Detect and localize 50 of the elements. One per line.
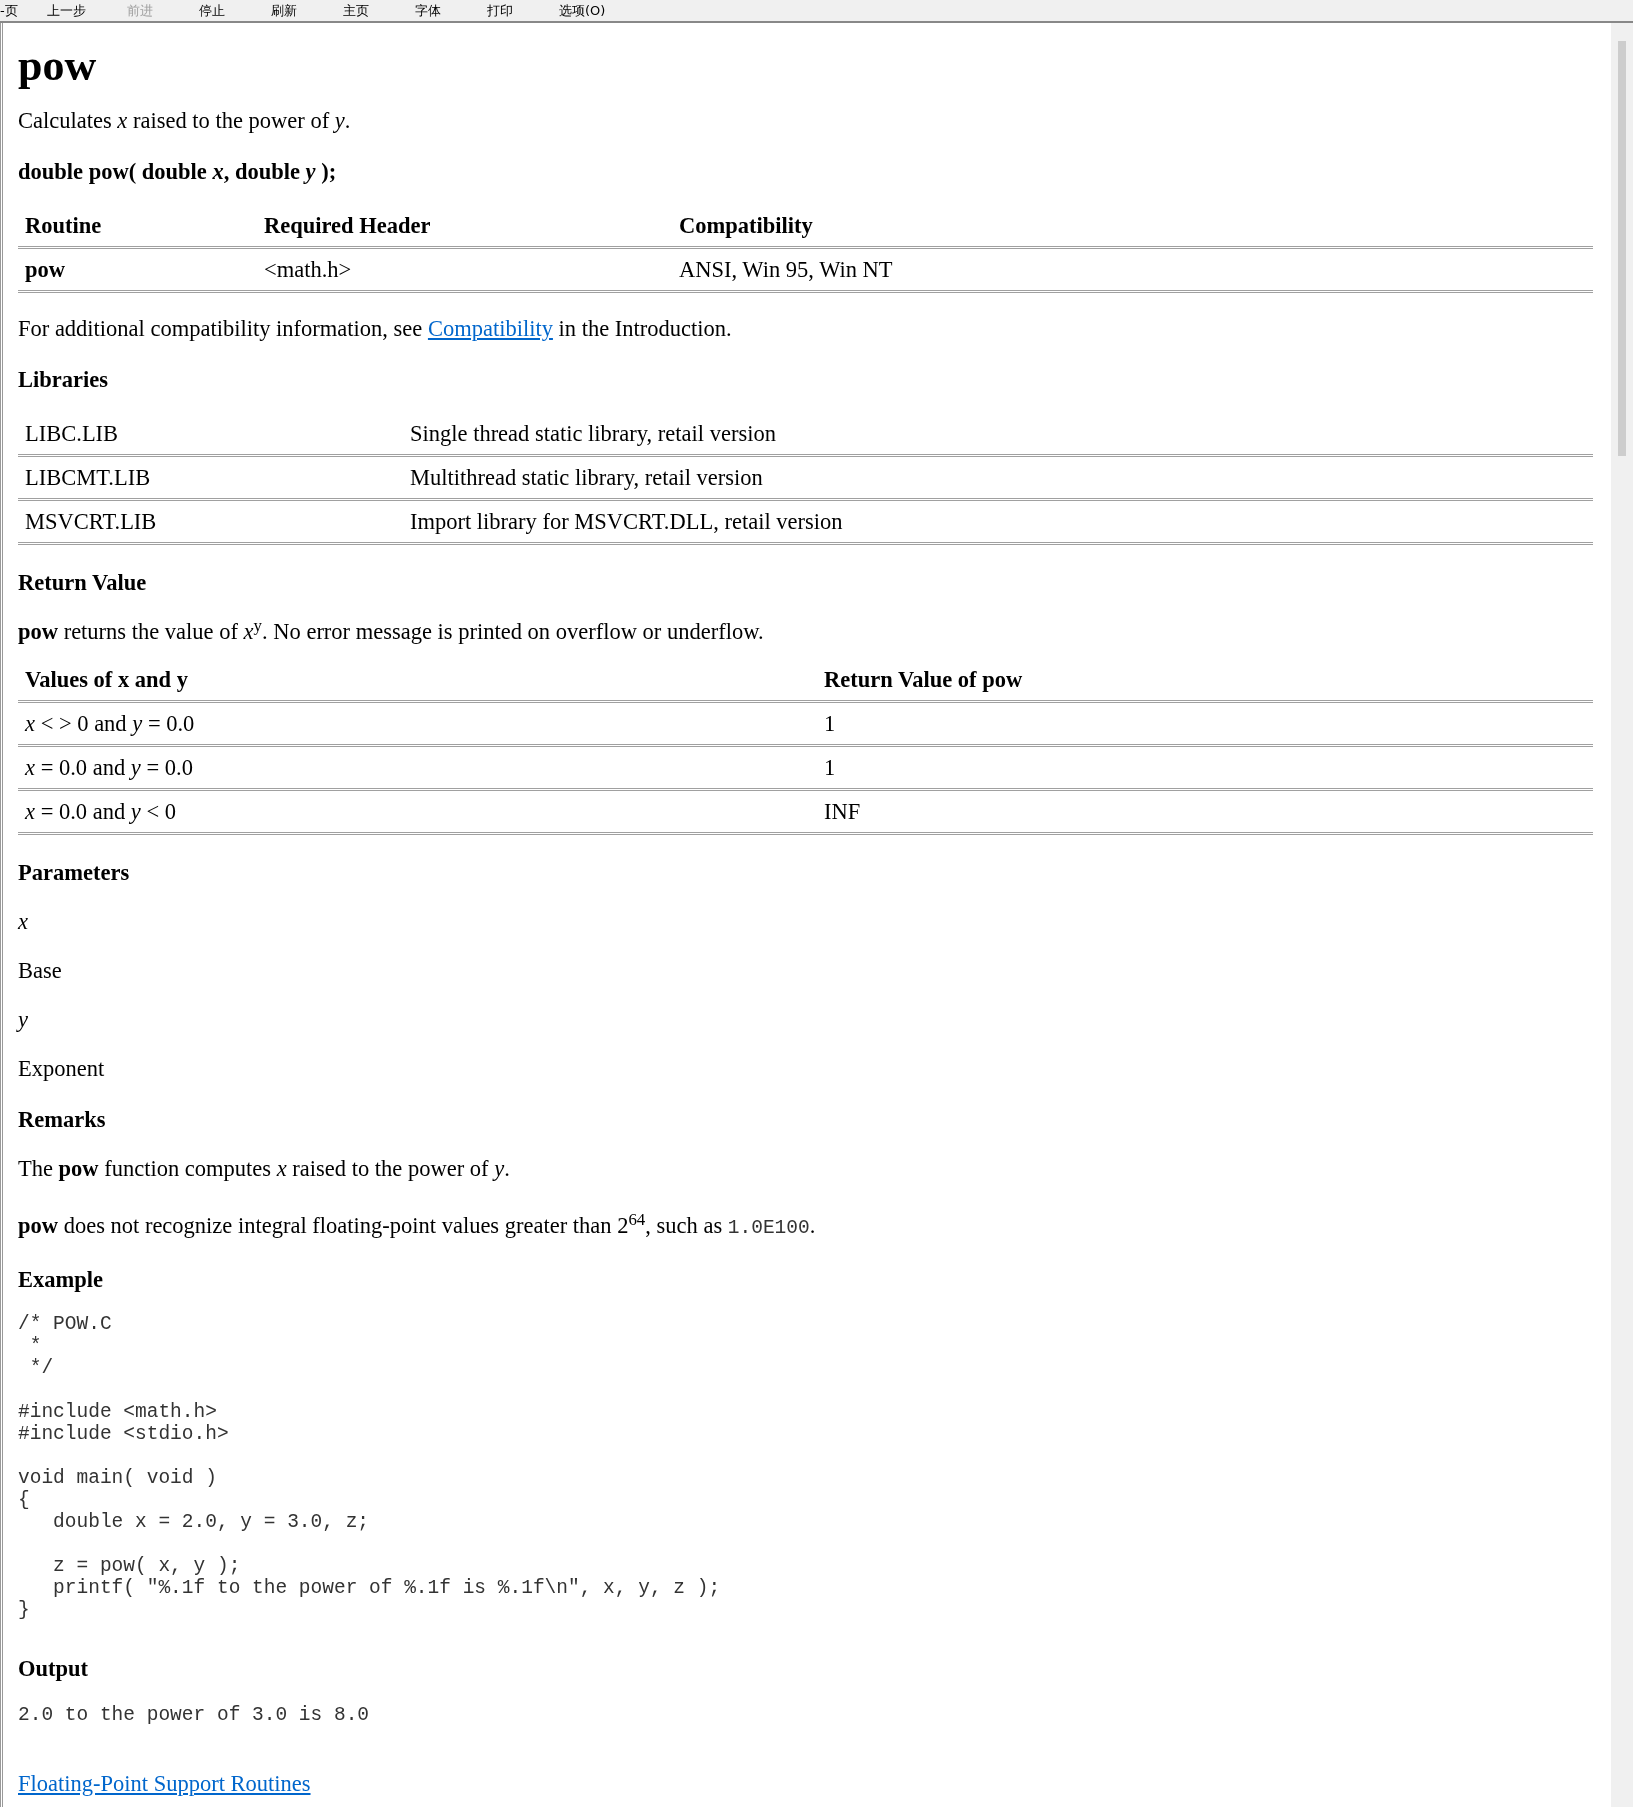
code-example: /* POW.C * */ #include <math.h> #include <stdio.h> void main( void ) { double x = 2.0, y = 3.0, z; z = pow( x, y ); printf( "%.1f to the power of %.1f is %.1f\n", x, y, z ); } — [18, 1313, 722, 1621]
table-cell: Single thread static library, retail version — [403, 413, 1593, 456]
column-header: Compatibility — [672, 205, 1593, 248]
section-heading: Return Value — [18, 569, 148, 596]
page-title: pow — [18, 41, 98, 91]
parameter-name: x — [18, 908, 29, 935]
toolbar-button[interactable]: 字体 — [415, 0, 487, 21]
parameter-description: Base — [18, 957, 63, 984]
toolbar-button[interactable]: 主页 — [343, 0, 415, 21]
return-value-text: pow returns the value of x$^{y}$. No error message is printed on overflow or underflow. — [18, 618, 765, 645]
table-cell: ANSI, Win 95, Win NT — [672, 247, 1593, 292]
table-cell: Multithread static library, retail version — [403, 455, 1593, 500]
table-cell: 1 — [817, 745, 1593, 790]
column-header: Routine — [18, 205, 257, 248]
toolbar-button[interactable]: 停止 — [199, 0, 271, 21]
toolbar-button[interactable]: 上一步 — [47, 0, 127, 21]
table-cell: LIBC.LIB — [18, 413, 403, 456]
remarks-text: The pow function computes x raised to the power of y. — [18, 1155, 511, 1182]
table-cell: <math.h> — [257, 247, 672, 292]
section-heading: Output — [18, 1655, 90, 1682]
column-header: Required Header — [257, 205, 672, 248]
section-heading: Libraries — [18, 366, 109, 393]
toolbar-button[interactable]: 刷新 — [271, 0, 343, 21]
table-cell: INF — [817, 789, 1593, 834]
table-cell: LIBCMT.LIB — [18, 455, 403, 500]
compatibility-link[interactable]: Compatibility — [427, 316, 553, 341]
scrollbar-thumb[interactable] — [1618, 41, 1626, 456]
table-cell: MSVCRT.LIB — [18, 499, 403, 544]
toolbar-button[interactable]: 打印 — [487, 0, 559, 21]
table-cell: pow — [18, 247, 257, 292]
remarks-text: pow does not recognize integral floating-point values greater than 2$^{64}$, such as 1.0E100. — [18, 1212, 817, 1241]
table-cell: 1 — [817, 701, 1593, 746]
output-text: 2.0 to the power of 3.0 is 8.0 — [18, 1704, 371, 1726]
table-cell: Import library for MSVCRT.DLL, retail version — [403, 499, 1593, 544]
toolbar-button[interactable]: 选项(O) — [559, 0, 631, 21]
column-header: Return Value of pow — [817, 659, 1593, 702]
toolbar-button[interactable]: -页 — [0, 0, 47, 21]
parameter-description: Exponent — [18, 1055, 106, 1082]
table-cell: x = 0.0 and y = 0.0 — [18, 745, 817, 790]
footer-link[interactable]: Floating-Point Support Routines — [18, 1771, 311, 1796]
section-heading: Parameters — [18, 859, 131, 886]
table-cell: x < > 0 and y = 0.0 — [18, 701, 817, 746]
summary-text: Calculates x raised to the power of y. — [18, 107, 352, 134]
column-header: Values of x and y — [18, 659, 817, 702]
compatibility-note: For additional compatibility information, see Compatibility in the Introduction. — [18, 315, 733, 342]
section-heading: Example — [18, 1266, 104, 1293]
table-cell: x = 0.0 and y < 0 — [18, 789, 817, 834]
parameter-name: y — [18, 1006, 29, 1033]
section-heading: Remarks — [18, 1106, 107, 1133]
function-syntax: double pow( double x, double y ); — [18, 158, 338, 185]
